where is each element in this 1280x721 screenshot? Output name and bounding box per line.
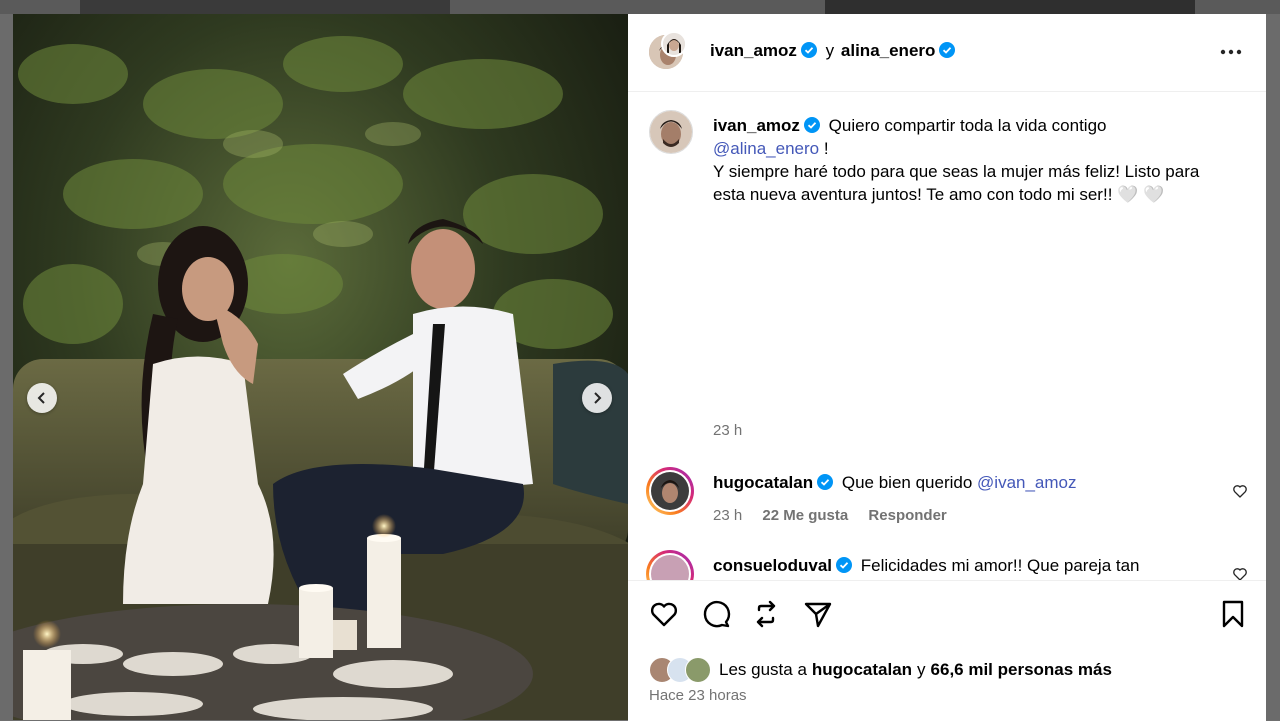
heart-icon[interactable]	[648, 598, 680, 630]
chevron-left-icon	[37, 392, 45, 404]
avatar-face	[663, 33, 685, 55]
avatar	[651, 472, 689, 510]
avatar[interactable]	[649, 110, 693, 154]
next-photo-button[interactable]	[582, 383, 612, 413]
comment-timestamp[interactable]: 23 h	[713, 507, 742, 524]
verified-badge-icon	[836, 557, 853, 573]
collab-connector: y	[825, 41, 835, 60]
post-detail-panel: ivan_amoz y alina_enero ivan_amoz Quiero…	[628, 14, 1266, 721]
overlay-backdrop-right[interactable]	[1266, 14, 1280, 720]
verified-badge-icon	[939, 42, 956, 58]
caption-meta: 23 h	[713, 422, 758, 439]
verified-badge-icon	[800, 42, 817, 58]
verified-badge-icon	[817, 474, 834, 490]
collaborator-username[interactable]: alina_enero	[841, 41, 936, 60]
likes-connector: y	[917, 660, 926, 679]
comment-text: Felicidades mi amor!! Que pareja tan	[860, 556, 1140, 575]
caption-mention[interactable]: @alina_enero	[713, 139, 819, 158]
story-ring[interactable]	[646, 550, 694, 580]
author-username[interactable]: ivan_amoz	[710, 41, 797, 60]
background-feed-strip	[0, 0, 1280, 14]
background-thumbnail	[80, 0, 450, 14]
likes-prefix: Les gusta a	[719, 660, 807, 679]
avatar-face	[650, 111, 692, 153]
liker-avatars[interactable]	[649, 657, 713, 683]
post-header: ivan_amoz y alina_enero	[628, 14, 1266, 92]
post-caption: ivan_amoz Quiero compartir toda la vida …	[713, 114, 1233, 206]
share-icon[interactable]	[750, 598, 782, 630]
caption-timestamp[interactable]: 23 h	[713, 422, 742, 439]
avatar[interactable]	[661, 31, 687, 57]
avatar	[685, 657, 711, 683]
post-authors: ivan_amoz y alina_enero	[710, 41, 956, 61]
comment-mention[interactable]: @ivan_amoz	[977, 473, 1076, 492]
caption-text: Quiero compartir toda la vida contigo	[828, 116, 1107, 135]
background-thumbnail	[825, 0, 1195, 14]
comment-meta: 23 h 22 Me gusta Responder	[713, 507, 963, 524]
comment-username[interactable]: hugocatalan	[713, 473, 813, 492]
story-ring[interactable]	[646, 467, 694, 515]
post-actions: Les gusta a hugocatalan y 66,6 mil perso…	[628, 580, 1266, 721]
overlay-backdrop-left[interactable]	[0, 14, 13, 720]
comment-text: Que bien querido	[841, 473, 973, 492]
post-photo	[13, 14, 628, 720]
likes-summary: Les gusta a hugocatalan y 66,6 mil perso…	[649, 657, 1112, 683]
likes-count[interactable]: 66,6 mil personas más	[931, 660, 1112, 680]
comment-icon[interactable]	[700, 598, 732, 630]
caption-body: Y siempre haré todo para que seas la muj…	[713, 162, 1200, 204]
comment-username[interactable]: consueloduval	[713, 556, 832, 575]
likes-username[interactable]: hugocatalan	[812, 660, 912, 680]
send-icon[interactable]	[802, 598, 834, 630]
reply-button[interactable]: Responder	[868, 507, 946, 524]
previous-photo-button[interactable]	[27, 383, 57, 413]
comment-like-count[interactable]: 22 Me gusta	[762, 507, 848, 524]
heart-icon[interactable]	[1232, 566, 1248, 580]
heart-icon[interactable]	[1232, 483, 1248, 499]
more-options-icon[interactable]	[1218, 44, 1244, 60]
verified-badge-icon	[803, 117, 820, 133]
comment: consueloduval Felicidades mi amor!! Que …	[713, 556, 1140, 576]
comment: hugocatalan Que bien querido @ivan_amoz	[713, 473, 1077, 493]
post-timestamp[interactable]: Hace 23 horas	[649, 687, 747, 704]
bookmark-icon[interactable]	[1217, 598, 1249, 630]
caption-text: !	[819, 139, 829, 158]
caption-author[interactable]: ivan_amoz	[713, 116, 800, 135]
chevron-right-icon	[594, 392, 602, 404]
comment-clip: consueloduval Felicidades mi amor!! Que …	[628, 544, 1266, 580]
